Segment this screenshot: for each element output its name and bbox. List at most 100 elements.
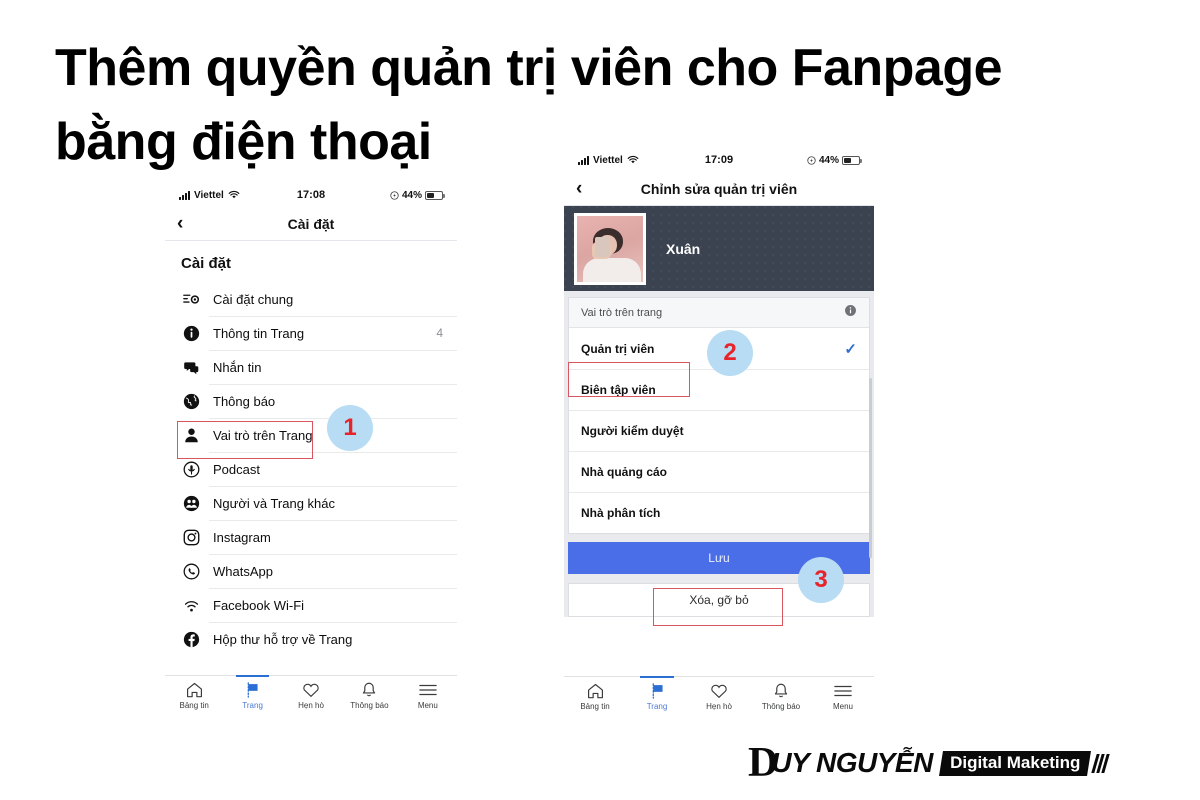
info-circle-icon[interactable] [844,304,857,322]
left-bottom-tab-bar: Bảng tin Trang Hẹn hò Thông báo Menu [165,675,457,721]
role-header-label: Vai trò trên trang [581,306,663,319]
settings-section-heading: Cài đặt [181,255,232,272]
role-section: Vai trò trên trang Quản trị viên ✓ Biên … [564,291,874,534]
settings-item-label: Vai trò trên Trang [213,427,313,443]
settings-item-label: Người và Trang khác [213,495,336,511]
tab-trang[interactable]: Trang [626,676,688,722]
left-nav-bar: ‹ Cài đặt [165,207,457,241]
tab-label: Hẹn hò [298,701,324,710]
profile-cover: Xuân [564,206,874,291]
settings-item-podcast[interactable]: Podcast [165,452,457,486]
step-badge-3: 3 [798,557,844,603]
role-label: Người kiểm duyệt [581,423,684,438]
heart-icon [302,680,320,699]
battery-icon [425,190,445,200]
settings-item-hop-thu-ho-tro[interactable]: Hộp thư hỗ trợ về Trang [165,622,457,656]
logo-tagline-chip: Digital Maketing [938,750,1092,776]
role-label: Biên tập viên [581,382,656,397]
tab-bang-tin[interactable]: Bảng tin [564,681,626,722]
right-phone-screenshot: Viettel 17:09 44% ‹ Chỉnh sửa quản trị v… [564,148,874,722]
globe-icon [181,391,201,411]
logo-tagline: Digital Maketing [949,752,1081,772]
step-badge-1: 1 [327,405,373,451]
settings-item-whatsapp[interactable]: WhatsApp [165,554,457,588]
tab-label: Trang [646,702,668,711]
role-option-nguoi-kiem-duyet[interactable]: Người kiểm duyệt [569,410,869,451]
home-icon [587,681,604,700]
bell-icon [361,680,377,699]
checkmark-icon: ✓ [844,340,857,358]
sliders-gear-icon [181,289,201,309]
settings-item-facebook-wifi[interactable]: Facebook Wi-Fi [165,588,457,622]
battery-icon [842,155,862,165]
settings-item-label: Cài đặt chung [213,291,294,307]
avatar-phone [595,236,610,257]
settings-item-thong-tin-trang[interactable]: Thông tin Trang 4 [165,316,457,350]
tab-label: Bảng tin [179,701,209,710]
settings-item-nhan-tin[interactable]: Nhắn tin [165,350,457,384]
tab-label: Menu [832,702,853,711]
hamburger-menu-icon [834,681,852,700]
settings-item-label: Facebook Wi-Fi [213,597,305,613]
settings-item-label: Podcast [213,461,260,477]
info-circle-icon [181,323,201,343]
settings-item-label: Nhắn tin [213,359,262,375]
tab-trang[interactable]: Trang [223,675,281,721]
hamburger-menu-icon [419,680,437,699]
tab-label: Thông báo [761,702,801,711]
bell-icon [773,681,789,700]
tab-hen-ho[interactable]: Hẹn hò [282,680,340,721]
tab-thong-bao[interactable]: Thông báo [340,680,398,721]
settings-item-instagram[interactable]: Instagram [165,520,457,554]
tab-label: Trang [242,701,263,710]
settings-list: Cài đặt chung Thông tin Trang 4 Nhắn tin… [165,282,457,656]
tab-label: Menu [417,701,438,710]
logo-name: UY NGUYỄN [771,747,933,778]
tab-hen-ho[interactable]: Hẹn hò [688,681,750,722]
left-status-bar: Viettel 17:08 44% [165,183,457,207]
podcast-icon [181,459,201,479]
profile-name: Xuân [666,240,701,257]
right-bottom-tab-bar: Bảng tin Trang Hẹn hò Thông báo Menu [564,676,874,722]
settings-item-cai-dat-chung[interactable]: Cài đặt chung [165,282,457,316]
settings-item-label: Thông báo [213,393,276,409]
settings-item-label: WhatsApp [213,563,273,579]
status-time: 17:09 [704,154,734,166]
flag-icon [244,680,261,699]
whatsapp-icon [181,561,201,581]
role-label: Nhà quảng cáo [581,464,668,479]
home-icon [186,680,203,699]
role-option-nha-quang-cao[interactable]: Nhà quảng cáo [569,451,869,492]
settings-item-nguoi-va-trang-khac[interactable]: Người và Trang khác [165,486,457,520]
tab-menu[interactable]: Menu [399,680,457,721]
role-option-bien-tap-vien[interactable]: Biên tập viên [569,369,869,410]
back-button[interactable]: ‹ [177,214,183,233]
settings-item-vai-tro-tren-trang[interactable]: Vai trò trên Trang [165,418,457,452]
role-option-nha-phan-tich[interactable]: Nhà phân tích [569,492,869,533]
role-label: Quản trị viên [581,341,655,356]
role-label: Nhà phân tích [581,505,661,520]
left-phone-screenshot: Viettel 17:08 44% ‹ Cài đặt Cài đặt Cài … [165,183,457,721]
tab-bang-tin[interactable]: Bảng tin [165,680,223,721]
tab-label: Thông báo [350,701,389,710]
page-title: Thêm quyền quản trị viên cho Fanpage bằn… [55,32,1055,180]
avatar[interactable] [574,212,646,285]
facebook-icon [181,629,201,649]
people-group-icon [181,493,201,513]
step-badge-2: 2 [707,330,753,376]
scrollbar[interactable] [869,378,872,558]
left-nav-title: Cài đặt [287,215,335,232]
settings-item-count: 4 [436,326,443,340]
tab-thong-bao[interactable]: Thông báo [750,681,812,722]
page-title-line-2: bằng điện thoại [55,112,432,171]
back-button[interactable]: ‹ [576,179,582,198]
settings-item-thong-bao[interactable]: Thông báo [165,384,457,418]
status-time: 17:08 [296,189,326,201]
right-nav-bar: ‹ Chỉnh sửa quản trị viên [564,172,874,206]
right-status-bar: Viettel 17:09 44% [564,148,874,172]
tab-menu[interactable]: Menu [812,681,874,722]
right-nav-title: Chỉnh sửa quản trị viên [640,180,798,197]
heart-icon [710,681,728,700]
chat-bubbles-icon [181,357,201,377]
settings-item-label: Hộp thư hỗ trợ về Trang [213,631,353,647]
